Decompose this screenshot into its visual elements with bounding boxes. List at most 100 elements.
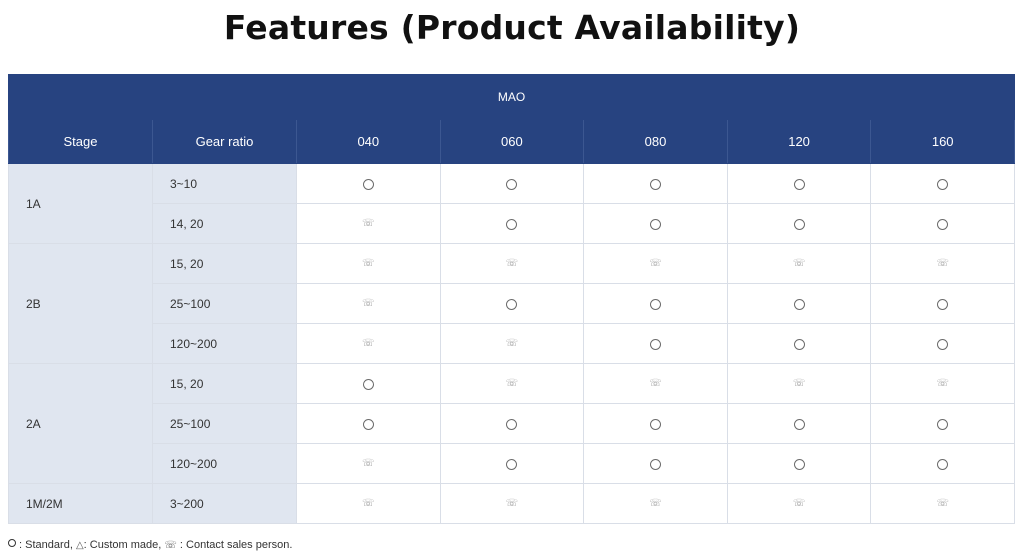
standard-circle-icon [649,458,661,470]
availability-cell [439,403,585,444]
availability-cell [296,363,441,404]
page-title: Features (Product Availability) [223,8,801,47]
contact-phone-icon: ☏ [362,298,375,310]
contact-phone-icon: ☏ [362,258,375,270]
availability-cell [726,323,872,364]
stage-cell: 2A [8,363,153,484]
column-header-size-080: 080 [583,119,728,164]
contact-phone-icon: ☏ [362,498,375,510]
availability-cell: ☏ [296,203,441,244]
standard-circle-icon [649,418,661,430]
standard-circle-icon [793,298,805,310]
standard-circle-icon [937,418,949,430]
custom-symbol-icon: △ [75,540,84,551]
availability-cell [870,323,1016,364]
gear-ratio-cell: 120~200 [152,323,297,364]
gear-ratio-cell: 3~10 [152,163,297,204]
availability-cell: ☏ [439,483,585,524]
stage-cell: 2B [8,243,153,364]
availability-cell [870,203,1016,244]
stage-cell: 1M/2M [8,483,153,524]
availability-cell: ☏ [726,243,872,284]
availability-cell [870,443,1016,484]
standard-circle-icon [506,418,518,430]
table-row: 120~200 ☏ ☏ [9,323,1016,364]
availability-cell: ☏ [439,323,585,364]
contact-phone-icon: ☏ [649,258,662,270]
column-header-gear-ratio: Gear ratio [152,119,297,164]
table-row: 1M/2M 3~200 ☏ ☏ ☏ ☏ ☏ [8,483,1016,524]
availability-cell: ☏ [726,363,872,404]
gear-ratio-cell: 25~100 [152,283,297,324]
availability-cell: ☏ [296,323,441,364]
legend-contact-text: : Contact sales person. [176,539,293,551]
availability-cell: ☏ [726,483,872,524]
standard-circle-icon [937,458,949,470]
standard-circle-icon [506,458,518,470]
availability-cell [726,203,872,244]
standard-circle-icon [793,418,805,430]
standard-circle-icon [937,218,949,230]
gear-ratio-cell: 15, 20 [152,363,297,404]
standard-circle-icon [793,458,805,470]
standard-circle-icon [793,218,805,230]
contact-phone-icon: ☏ [936,378,949,390]
contact-phone-icon: ☏ [936,498,949,510]
availability-cell: ☏ [296,243,441,284]
table-row: 14, 20 ☏ [9,203,1016,244]
availability-cell: ☏ [296,283,441,324]
gear-ratio-cell: 25~100 [152,403,297,444]
availability-cell [583,163,728,204]
availability-cell [583,403,728,444]
column-header-stage: Stage [8,119,153,164]
column-header-size-120: 120 [726,119,872,164]
gear-ratio-cell: 3~200 [152,483,297,524]
contact-phone-icon: ☏ [792,258,806,270]
availability-cell [870,283,1016,324]
availability-cell: ☏ [439,363,585,404]
contact-phone-icon: ☏ [792,378,806,390]
standard-circle-icon [649,298,661,310]
table-row: 25~100 [9,403,1016,444]
availability-cell [726,443,872,484]
column-header-size-160: 160 [870,119,1016,164]
standard-circle-icon [793,338,805,350]
availability-cell [296,403,441,444]
availability-cell [439,203,585,244]
table-row: 2A 15, 20 ☏ ☏ ☏ ☏ [8,363,1016,484]
contact-phone-icon: ☏ [936,258,949,270]
standard-circle-icon [362,378,374,390]
series-header: MAO [7,74,1016,120]
column-header-size-060: 060 [439,119,585,164]
standard-circle-icon [506,218,518,230]
standard-symbol-icon [8,539,16,547]
standard-circle-icon [937,298,949,310]
availability-cell [583,283,728,324]
availability-cell: ☏ [870,483,1016,524]
availability-cell [726,403,872,444]
standard-circle-icon [649,338,661,350]
availability-cell [870,163,1016,204]
availability-cell [439,163,585,204]
standard-circle-icon [506,178,518,190]
availability-cell: ☏ [296,443,441,484]
availability-cell [296,163,441,204]
availability-cell: ☏ [583,363,728,404]
stage-cell: 1A [8,163,153,244]
contact-phone-icon: ☏ [505,378,519,390]
standard-circle-icon [362,178,374,190]
availability-cell: ☏ [296,483,441,524]
legend-standard-text: : Standard, [16,539,76,551]
table-row: 25~100 ☏ [9,283,1016,324]
standard-circle-icon [793,178,805,190]
contact-phone-icon: ☏ [649,378,662,390]
availability-cell: ☏ [870,363,1016,404]
availability-cell [870,403,1016,444]
contact-phone-icon: ☏ [362,458,375,470]
table-row: 2B 15, 20 ☏ ☏ ☏ ☏ ☏ [8,243,1016,364]
contact-phone-icon: ☏ [792,498,806,510]
legend-custom-text: : Custom made, [83,539,165,551]
gear-ratio-cell: 120~200 [152,443,297,484]
availability-cell [439,283,585,324]
contact-phone-icon: ☏ [649,498,662,510]
